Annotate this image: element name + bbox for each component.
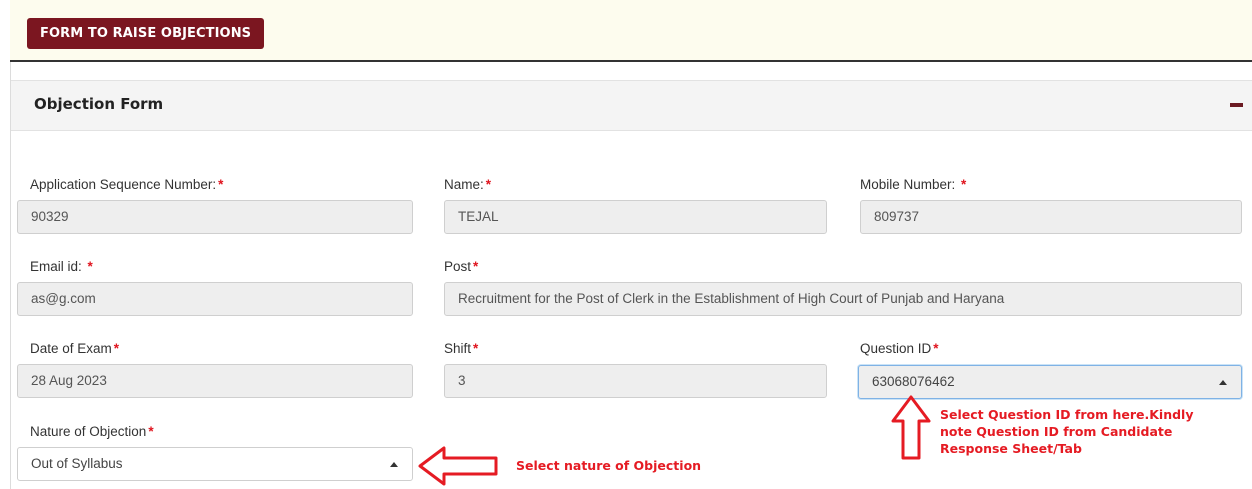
annotation-line: note Question ID from Candidate (940, 424, 1173, 439)
question-id-value: 63068076462 (872, 374, 955, 389)
asn-field[interactable]: 90329 (17, 200, 413, 234)
required-marker: * (933, 341, 939, 356)
nature-value: Out of Syllabus (31, 456, 123, 471)
nature-label-text: Nature of Objection (30, 424, 147, 439)
mobile-label: Mobile Number: * (860, 177, 966, 192)
asn-label-text: Application Sequence Number: (30, 177, 217, 192)
mobile-field[interactable]: 809737 (860, 200, 1242, 234)
up-arrow-icon (891, 395, 931, 460)
shift-label-text: Shift (444, 341, 472, 356)
required-marker: * (473, 259, 479, 274)
caret-up-icon (1219, 380, 1227, 385)
email-label: Email id: * (30, 259, 93, 274)
question-id-label: Question ID * (860, 341, 939, 356)
form-title-button[interactable]: FORM TO RAISE OBJECTIONS (27, 18, 265, 49)
date-label: Date of Exam * (30, 341, 119, 356)
nature-of-objection-select[interactable]: Out of Syllabus (17, 447, 413, 481)
asn-label: Application Sequence Number: * (30, 177, 223, 192)
nature-annotation: Select nature of Objection (516, 458, 702, 473)
post-label: Post * (444, 259, 478, 274)
question-id-select[interactable]: 63068076462 (858, 365, 1242, 399)
panel-header[interactable]: Objection Form (11, 80, 1252, 131)
left-arrow-icon (418, 446, 498, 486)
mobile-label-text: Mobile Number: (860, 177, 960, 192)
date-of-exam-field[interactable]: 28 Aug 2023 (17, 364, 413, 398)
date-label-text: Date of Exam (30, 341, 112, 356)
name-label: Name: * (444, 177, 491, 192)
required-marker: * (148, 424, 154, 439)
required-marker: * (87, 259, 93, 274)
shift-field[interactable]: 3 (444, 364, 827, 398)
required-marker: * (218, 177, 224, 192)
caret-up-icon (390, 462, 398, 467)
email-field[interactable]: as@g.com (17, 282, 413, 316)
question-id-annotation: Select Question ID from here.Kindly note… (940, 406, 1194, 457)
post-label-text: Post (444, 259, 472, 274)
shift-label: Shift * (444, 341, 478, 356)
name-label-text: Name: (444, 177, 484, 192)
required-marker: * (473, 341, 479, 356)
minus-icon[interactable] (1228, 93, 1246, 115)
top-banner: FORM TO RAISE OBJECTIONS (10, 0, 1252, 62)
annotation-line: Select Question ID from here.Kindly (940, 407, 1194, 422)
required-marker: * (485, 177, 492, 192)
required-marker: * (113, 341, 120, 356)
email-label-text: Email id: (30, 259, 86, 274)
annotation-line: Response Sheet/Tab (940, 441, 1082, 456)
name-field[interactable]: TEJAL (444, 200, 827, 234)
required-marker: * (961, 177, 967, 192)
panel-title: Objection Form (34, 95, 164, 113)
post-field[interactable]: Recruitment for the Post of Clerk in the… (444, 282, 1242, 316)
nature-label: Nature of Objection * (30, 424, 154, 439)
question-id-label-text: Question ID (860, 341, 932, 356)
